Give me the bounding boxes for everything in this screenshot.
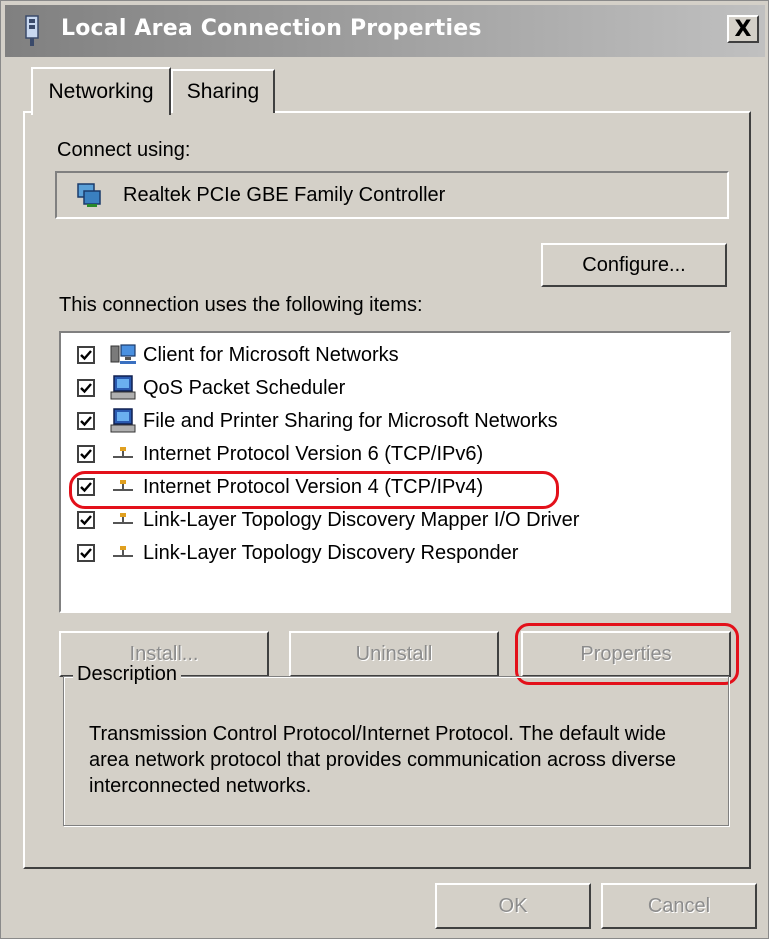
tab-networking[interactable]: Networking bbox=[31, 67, 171, 115]
checkbox-qos[interactable] bbox=[77, 379, 95, 397]
checkbox-lltd-responder[interactable] bbox=[77, 544, 95, 562]
checkbox-file-sharing[interactable] bbox=[77, 412, 95, 430]
tab-sharing[interactable]: Sharing bbox=[171, 69, 275, 113]
checkbox-client[interactable] bbox=[77, 346, 95, 364]
protocol-icon bbox=[113, 447, 133, 458]
item-label: File and Printer Sharing for Microsoft N… bbox=[143, 409, 558, 432]
checkmark-icon bbox=[80, 416, 92, 427]
checkbox-lltd-mapper[interactable] bbox=[77, 511, 95, 529]
adapter-name: Realtek PCIe GBE Family Controller bbox=[123, 184, 446, 206]
title-bar[interactable]: Local Area Connection Properties X bbox=[5, 5, 765, 57]
list-item[interactable]: Link-Layer Topology Discovery Responder bbox=[77, 538, 697, 568]
ok-button[interactable]: OK bbox=[435, 883, 591, 929]
checkmark-icon bbox=[80, 449, 92, 460]
list-item[interactable]: Client for Microsoft Networks bbox=[77, 340, 697, 370]
ipv4-highlight-annotation bbox=[69, 471, 559, 509]
computer-service-icon bbox=[110, 375, 136, 400]
checkmark-icon bbox=[80, 515, 92, 526]
item-label: Client for Microsoft Networks bbox=[143, 343, 399, 366]
network-adapter-icon bbox=[25, 15, 39, 46]
checkbox-ipv6[interactable] bbox=[77, 445, 95, 463]
list-item[interactable]: Link-Layer Topology Discovery Mapper I/O… bbox=[77, 505, 697, 535]
description-label: Description bbox=[73, 663, 182, 686]
description-text: Transmission Control Protocol/Internet P… bbox=[89, 723, 676, 797]
protocol-icon bbox=[113, 513, 133, 524]
properties-dialog: Local Area Connection Properties X Netwo… bbox=[0, 0, 769, 939]
checkmark-icon bbox=[80, 350, 92, 361]
protocol-icon bbox=[113, 546, 133, 557]
uninstall-button[interactable]: Uninstall bbox=[289, 631, 499, 677]
items-label: This connection uses the following items… bbox=[59, 294, 423, 316]
list-item[interactable]: QoS Packet Scheduler bbox=[77, 373, 697, 403]
item-label: Link-Layer Topology Discovery Responder bbox=[143, 541, 519, 564]
item-label: Internet Protocol Version 6 (TCP/IPv6) bbox=[143, 442, 484, 465]
item-label: QoS Packet Scheduler bbox=[143, 376, 346, 399]
list-item[interactable]: Internet Protocol Version 6 (TCP/IPv6) bbox=[77, 439, 697, 469]
network-client-icon bbox=[110, 344, 136, 364]
cancel-button[interactable]: Cancel bbox=[601, 883, 757, 929]
item-label: Link-Layer Topology Discovery Mapper I/O… bbox=[143, 508, 580, 531]
connect-using-label: Connect using: bbox=[57, 139, 191, 161]
computer-service-icon bbox=[110, 408, 136, 433]
checkmark-icon bbox=[80, 383, 92, 394]
checkmark-icon bbox=[80, 548, 92, 559]
close-button[interactable]: X bbox=[727, 15, 759, 43]
window-title: Local Area Connection Properties bbox=[61, 16, 482, 41]
network-card-icon bbox=[77, 183, 101, 207]
adapter-field: Realtek PCIe GBE Family Controller bbox=[55, 171, 729, 219]
list-item[interactable]: File and Printer Sharing for Microsoft N… bbox=[77, 406, 697, 436]
configure-button[interactable]: Configure... bbox=[541, 243, 727, 287]
